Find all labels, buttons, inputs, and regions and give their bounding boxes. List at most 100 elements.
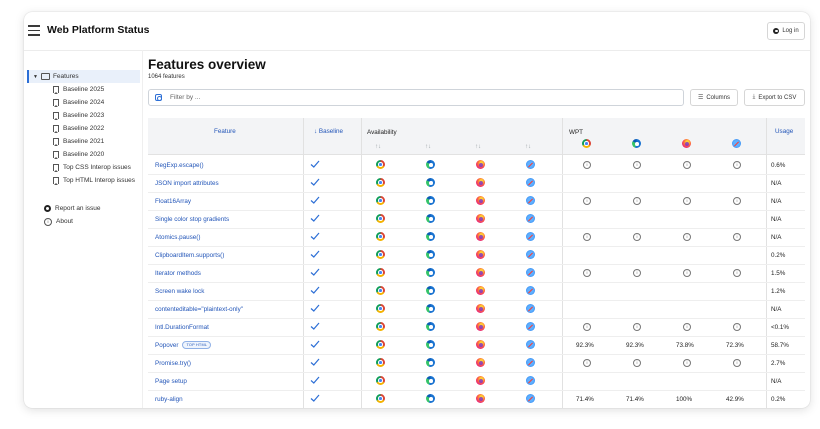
wpt-info-icon[interactable]: i: [733, 197, 741, 205]
wpt-info-icon[interactable]: i: [583, 269, 591, 277]
wpt-info-icon[interactable]: i: [733, 233, 741, 241]
feature-name[interactable]: RegExp.escape(): [155, 162, 204, 169]
wpt-info-icon[interactable]: i: [733, 323, 741, 331]
feature-name[interactable]: Float16Array: [155, 198, 191, 205]
bookmark-icon: [53, 125, 59, 133]
feature-name-link[interactable]: Promise.try(): [155, 354, 191, 372]
sort-arrows-edge[interactable]: ↑↓: [425, 144, 431, 150]
feature-name[interactable]: ruby-align: [155, 396, 183, 403]
wpt-info-icon[interactable]: i: [733, 161, 741, 169]
feature-name-link[interactable]: Single color stop gradients: [155, 210, 229, 228]
wpt-score[interactable]: 42.9%: [726, 390, 744, 408]
feature-name-link[interactable]: Popover TOP HTML: [155, 336, 212, 354]
sidebar-item-features[interactable]: ▼ Features: [27, 70, 140, 83]
feature-name-link[interactable]: Float16Array: [155, 192, 191, 210]
sort-arrows-safari[interactable]: ↑↓: [525, 144, 531, 150]
filter-input[interactable]: [168, 93, 572, 102]
feature-name[interactable]: Promise.try(): [155, 360, 191, 367]
wpt-info-icon[interactable]: i: [633, 161, 641, 169]
wpt-info-icon[interactable]: i: [683, 197, 691, 205]
feature-name[interactable]: contenteditable="plaintext-only": [155, 306, 243, 313]
table-row: ruby-align 71.4% 71.4% 100% 42.9% 0.2%: [148, 390, 805, 408]
sidebar-item-baseline-2025[interactable]: Baseline 2025: [53, 83, 104, 96]
wpt-info-icon[interactable]: i: [683, 323, 691, 331]
wpt-info-icon[interactable]: i: [733, 359, 741, 367]
wpt-score[interactable]: 71.4%: [576, 390, 594, 408]
menu-icon[interactable]: [28, 25, 40, 36]
wpt-info-icon[interactable]: i: [583, 233, 591, 241]
feature-name-link[interactable]: Iterator methods: [155, 264, 201, 282]
sidebar-item-baseline-2020[interactable]: Baseline 2020: [53, 148, 104, 161]
login-button[interactable]: Log in: [767, 22, 805, 40]
feature-name[interactable]: Popover: [155, 342, 178, 349]
usage-value: N/A: [771, 215, 782, 223]
sidebar-item-top-css-interop-issues[interactable]: Top CSS Interop issues: [53, 161, 131, 174]
feature-name[interactable]: Atomics.pause(): [155, 234, 201, 241]
wpt-score[interactable]: 100%: [676, 390, 692, 408]
wpt-info-icon[interactable]: i: [633, 197, 641, 205]
sidebar-item-baseline-2022[interactable]: Baseline 2022: [53, 122, 104, 135]
wpt-info-icon[interactable]: i: [683, 359, 691, 367]
wpt-score[interactable]: 92.3%: [626, 336, 644, 354]
sort-arrows-firefox[interactable]: ↑↓: [475, 144, 481, 150]
columns-label: Columns: [706, 94, 731, 101]
caret-down-icon[interactable]: ▼: [33, 74, 38, 80]
sidebar-item-top-html-interop-issues[interactable]: Top HTML Interop issues: [53, 174, 135, 187]
column-header-usage[interactable]: Usage: [775, 128, 793, 135]
safari-icon: [526, 376, 535, 385]
columns-icon: ☰: [697, 95, 704, 101]
table-row: RegExp.escape() i i i i 0.6%: [148, 156, 805, 175]
usage-value: 1.2%: [771, 287, 786, 295]
wpt-info-icon[interactable]: i: [683, 233, 691, 241]
sidebar-item-baseline-2024[interactable]: Baseline 2024: [53, 96, 104, 109]
feature-name[interactable]: Page setup: [155, 378, 187, 385]
wpt-info-icon[interactable]: i: [583, 359, 591, 367]
feature-name[interactable]: JSON import attributes: [155, 180, 219, 187]
chrome-icon: [376, 178, 385, 187]
feature-name[interactable]: Intl.DurationFormat: [155, 324, 209, 331]
sidebar-item-report-issue[interactable]: Report an issue: [44, 202, 101, 215]
columns-button[interactable]: ☰ Columns: [690, 89, 738, 106]
wpt-score[interactable]: 73.8%: [676, 336, 694, 354]
usage-value: <0.1%: [771, 323, 790, 331]
wpt-info-icon[interactable]: i: [683, 269, 691, 277]
feature-name[interactable]: ClipboardItem.supports(): [155, 252, 224, 259]
feature-name-link[interactable]: contenteditable="plaintext-only": [155, 300, 243, 318]
feature-name-link[interactable]: ruby-align: [155, 390, 183, 408]
feature-name-link[interactable]: Atomics.pause(): [155, 228, 201, 246]
export-csv-button[interactable]: ⤓ Export to CSV: [744, 89, 805, 106]
wpt-info-icon[interactable]: i: [583, 161, 591, 169]
wpt-info-icon[interactable]: i: [633, 233, 641, 241]
sort-arrows-chrome[interactable]: ↑↓: [375, 144, 381, 150]
feature-name-link[interactable]: Page setup: [155, 372, 187, 390]
wpt-score[interactable]: 72.3%: [726, 336, 744, 354]
wpt-score[interactable]: 71.4%: [626, 390, 644, 408]
wpt-score[interactable]: 92.3%: [576, 336, 594, 354]
feature-name-link[interactable]: RegExp.escape(): [155, 156, 204, 174]
sidebar-item-baseline-2023[interactable]: Baseline 2023: [53, 109, 104, 122]
feature-name[interactable]: Single color stop gradients: [155, 216, 229, 223]
wpt-info-icon[interactable]: i: [583, 323, 591, 331]
filter-box[interactable]: [148, 89, 684, 106]
app-title[interactable]: Web Platform Status: [47, 24, 150, 36]
feature-name[interactable]: Iterator methods: [155, 270, 201, 277]
sidebar-item-about[interactable]: i About: [44, 215, 73, 228]
wpt-info-icon[interactable]: i: [583, 197, 591, 205]
interop-badge: TOP HTML: [182, 341, 212, 349]
wpt-info-icon[interactable]: i: [633, 269, 641, 277]
feature-name-link[interactable]: JSON import attributes: [155, 174, 219, 192]
feature-name-link[interactable]: Intl.DurationFormat: [155, 318, 209, 336]
column-header-baseline[interactable]: ↓ Baseline: [314, 128, 343, 135]
wpt-info-icon[interactable]: i: [633, 323, 641, 331]
wpt-info-icon[interactable]: i: [633, 359, 641, 367]
feature-name[interactable]: Screen wake lock: [155, 288, 204, 295]
feature-name-link[interactable]: Screen wake lock: [155, 282, 204, 300]
feature-name-link[interactable]: ClipboardItem.supports(): [155, 246, 224, 264]
wpt-info-icon[interactable]: i: [733, 269, 741, 277]
table-row: Page setup N/A: [148, 372, 805, 391]
column-header-feature[interactable]: Feature: [214, 128, 236, 135]
sidebar-item-baseline-2021[interactable]: Baseline 2021: [53, 135, 104, 148]
baseline-check-icon: [310, 250, 320, 258]
wpt-info-icon[interactable]: i: [683, 161, 691, 169]
table-row: Intl.DurationFormat i i i i <0.1%: [148, 318, 805, 337]
